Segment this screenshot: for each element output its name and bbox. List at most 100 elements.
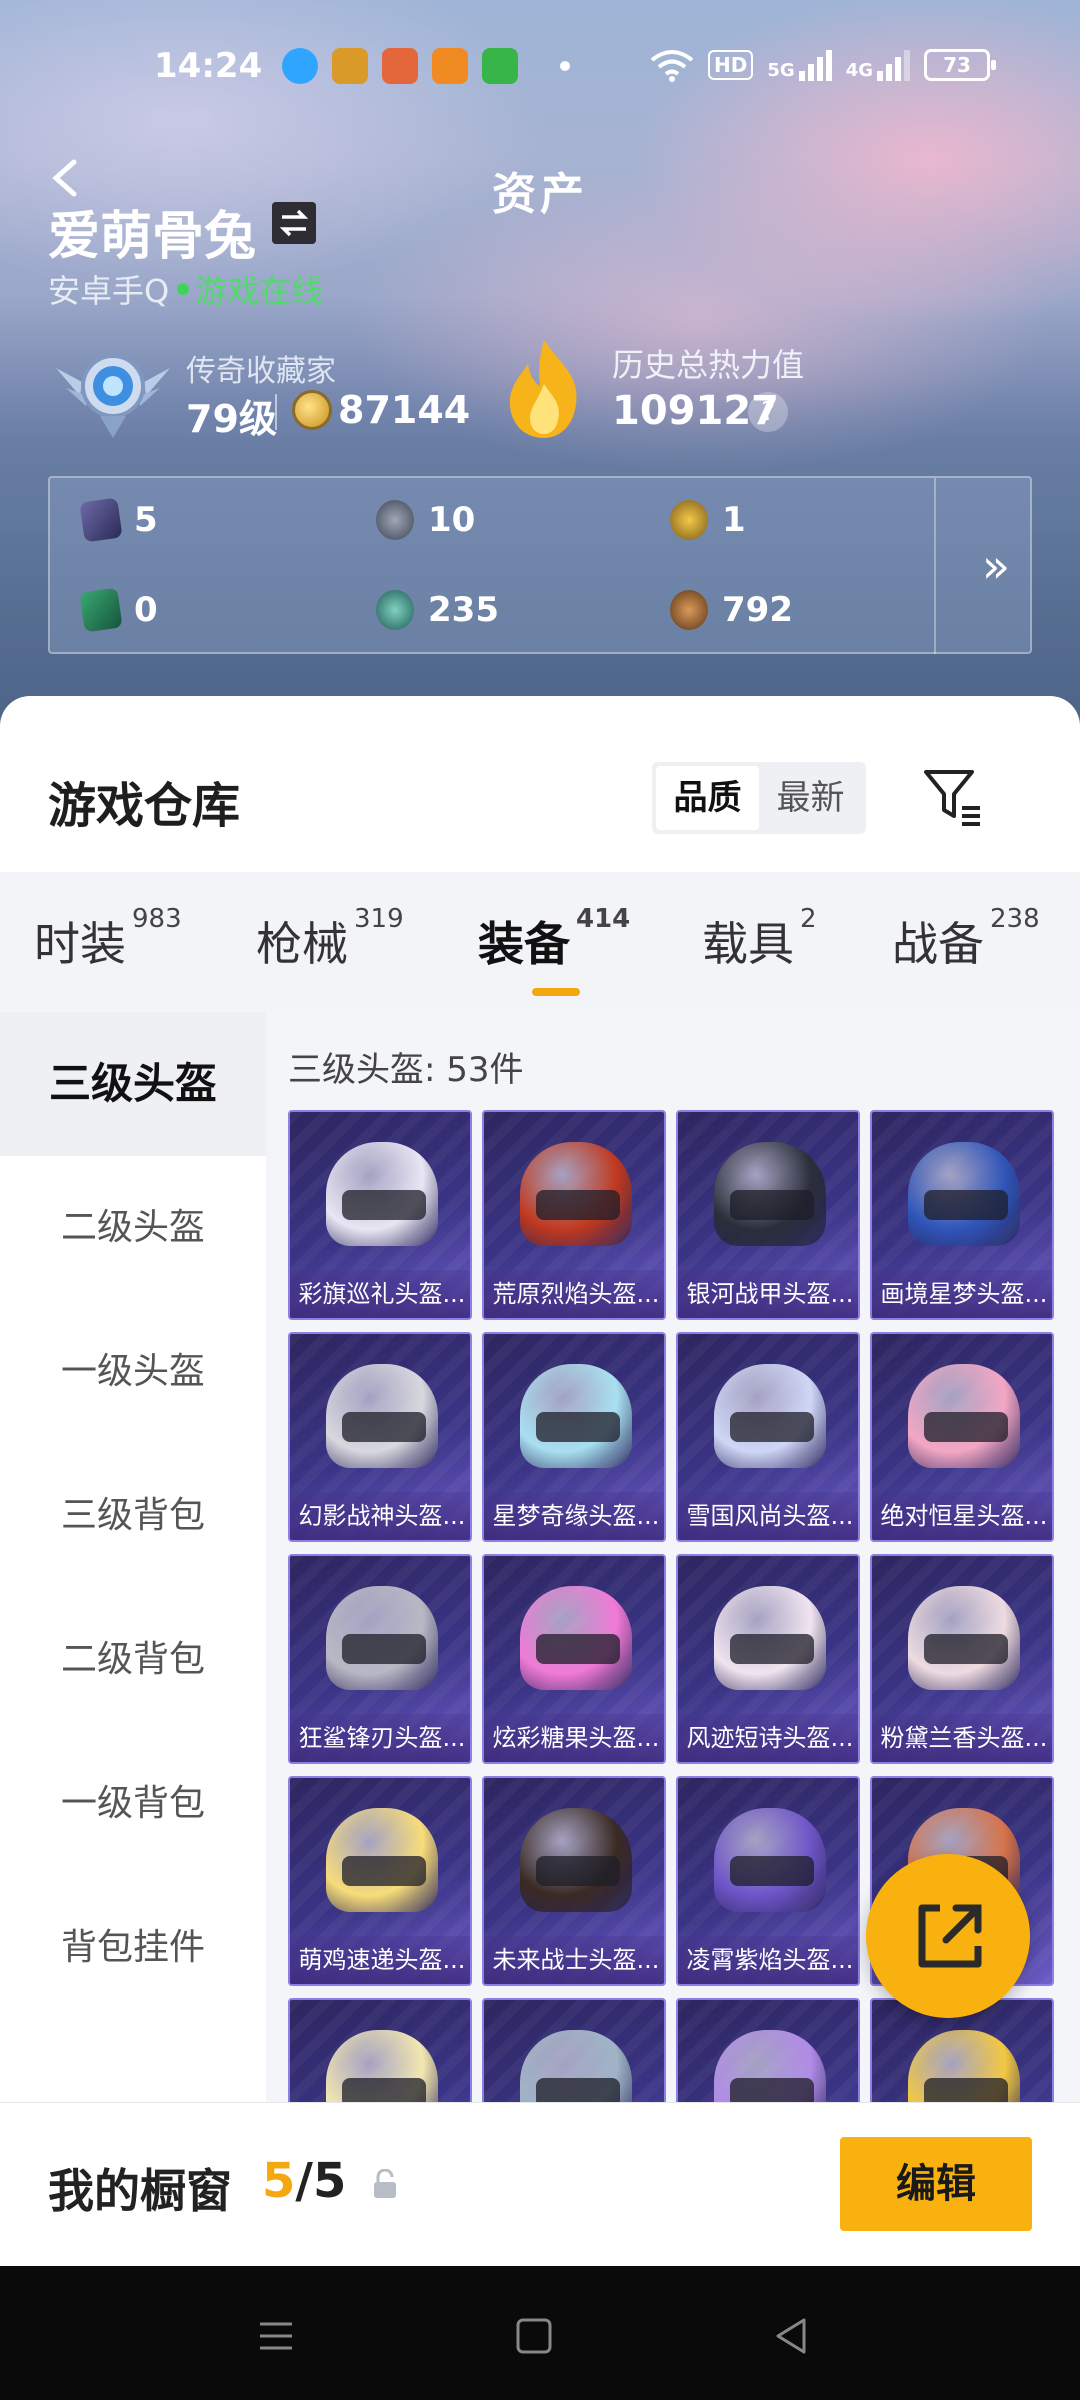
medal-silver-icon <box>376 500 414 540</box>
coin-balance: 87144 <box>338 388 471 432</box>
orb-bronze-icon <box>670 590 708 630</box>
showcase-label: 我的橱窗 <box>48 2164 232 2218</box>
tab-equipment[interactable]: 装备 414 <box>478 904 630 974</box>
item-name: 凌霄紫焰头盔... <box>678 1936 858 1984</box>
signal-4g: 4G <box>846 49 910 81</box>
stat-value: 0 <box>134 590 158 630</box>
game-notification-icon <box>332 48 368 84</box>
item-card[interactable]: 风迹短诗头盔... <box>676 1554 860 1764</box>
home-icon[interactable] <box>504 2306 564 2366</box>
hd-indicator: HD <box>708 50 754 80</box>
wifi-icon <box>650 50 694 82</box>
tab-label: 载具 <box>702 917 794 971</box>
stat-value: 5 <box>134 500 158 540</box>
online-status: 游戏在线 <box>195 272 324 310</box>
divider <box>934 478 936 654</box>
sidebar-item-level1-helmet[interactable]: 一级头盔 <box>0 1300 266 1444</box>
helmet-visor <box>342 1412 426 1442</box>
shop-notification-icon <box>432 48 468 84</box>
helmet-visor <box>730 1190 814 1220</box>
item-name: 画境星梦头盔... <box>872 1270 1052 1318</box>
item-card[interactable]: 绝对恒星头盔... <box>870 1332 1054 1542</box>
grid-heading: 三级头盔: 53件 <box>288 1050 524 1090</box>
game2-notification-icon <box>382 48 418 84</box>
heat-label: 历史总热力值 <box>612 346 805 384</box>
helmet-visor <box>536 1634 620 1664</box>
item-card[interactable]: 未来战士头盔... <box>482 1776 666 1986</box>
edit-button[interactable]: 编辑 <box>840 2137 1032 2231</box>
stat-item: 792 <box>670 590 793 630</box>
category-tabs: 时装 983 枪械 319 装备 414 载具 2 战备 238 <box>0 872 1080 1012</box>
tab-vehicles[interactable]: 载具 2 <box>702 904 817 974</box>
notification-icons <box>282 48 570 84</box>
item-name: 星梦奇缘头盔... <box>484 1492 664 1540</box>
tab-count: 238 <box>990 904 1040 934</box>
item-card[interactable]: 幻影战神头盔... <box>288 1332 472 1542</box>
app-notification-icon <box>482 48 518 84</box>
tab-fashion[interactable]: 时装 983 <box>34 904 182 974</box>
sidebar-item-level1-backpack[interactable]: 一级背包 <box>0 1732 266 1876</box>
coin-icon <box>292 390 332 430</box>
active-tab-indicator <box>532 988 580 996</box>
helmet-visor <box>924 1634 1008 1664</box>
helmet-visor <box>730 1412 814 1442</box>
filter-icon[interactable] <box>922 766 984 828</box>
item-card[interactable]: 银河战甲头盔... <box>676 1110 860 1320</box>
expand-more-icon[interactable]: » <box>966 536 1026 596</box>
helmet-visor <box>924 1412 1008 1442</box>
more-notifications-dot <box>560 61 570 71</box>
signal-bars-icon <box>798 49 832 81</box>
item-card[interactable]: 雪国风尚头盔... <box>676 1332 860 1542</box>
item-name: 幻影战神头盔... <box>290 1492 470 1540</box>
sidebar-item-level3-helmet[interactable]: 三级头盔 <box>0 1012 266 1156</box>
item-card[interactable]: 荒原烈焰头盔... <box>482 1110 666 1320</box>
rank-title: 传奇收藏家 <box>186 354 336 389</box>
item-card[interactable]: 凌霄紫焰头盔... <box>676 1776 860 1986</box>
helmet-visor <box>342 1634 426 1664</box>
sidebar-item-level2-backpack[interactable]: 二级背包 <box>0 1588 266 1732</box>
sort-newest-button[interactable]: 最新 <box>759 766 862 830</box>
tab-label: 战备 <box>892 917 984 971</box>
asset-stats-panel[interactable]: 5 10 1 0 235 792 » <box>48 476 1032 654</box>
item-card[interactable]: 画境星梦头盔... <box>870 1110 1054 1320</box>
tab-label: 枪械 <box>256 917 348 971</box>
showcase-bar: 我的橱窗 5/5 编辑 <box>0 2102 1080 2266</box>
item-card[interactable]: 炫彩糖果头盔... <box>482 1554 666 1764</box>
help-icon[interactable]: ? <box>748 392 788 432</box>
tab-count: 319 <box>354 904 404 934</box>
item-card[interactable]: 萌鸡速递头盔... <box>288 1776 472 1986</box>
helmet-visor <box>536 1190 620 1220</box>
switch-account-icon[interactable] <box>272 202 316 244</box>
flame-icon <box>509 340 577 438</box>
item-card[interactable]: 粉黛兰香头盔... <box>870 1554 1054 1764</box>
tab-firearms[interactable]: 枪械 319 <box>256 904 404 974</box>
stat-item: 235 <box>376 590 499 630</box>
stat-item: 10 <box>376 500 475 540</box>
orb-teal-icon <box>376 590 414 630</box>
share-export-button[interactable] <box>866 1854 1030 2018</box>
item-card[interactable]: 狂鲨锋刃头盔... <box>288 1554 472 1764</box>
sidebar-item-backpack-charm[interactable]: 背包挂件 <box>0 1876 266 2020</box>
back-icon[interactable] <box>762 2306 822 2366</box>
item-card[interactable]: 星梦奇缘头盔... <box>482 1332 666 1542</box>
system-icons: HD 5G 4G 73 <box>650 48 996 82</box>
helmet-visor <box>342 1856 426 1886</box>
item-name: 萌鸡速递头盔... <box>290 1936 470 1984</box>
legend-collector-badge-icon[interactable] <box>52 338 174 442</box>
item-grid: 三级头盔: 53件 彩旗巡礼头盔... 荒原烈焰头盔... 银河战甲头盔... 画境星… <box>266 1012 1080 2266</box>
account-status-line: 安卓手Q 游戏在线 <box>48 266 323 312</box>
helmet-visor <box>730 1856 814 1886</box>
tab-label: 装备 <box>478 917 570 971</box>
tab-combat-gear[interactable]: 战备 238 <box>892 904 1040 974</box>
item-card[interactable]: 彩旗巡礼头盔... <box>288 1110 472 1320</box>
helmet-visor <box>536 1412 620 1442</box>
showcase-total: 5 <box>312 2153 347 2209</box>
menu-icon[interactable] <box>246 2306 306 2366</box>
sidebar-item-level3-backpack[interactable]: 三级背包 <box>0 1444 266 1588</box>
sidebar-item-level2-helmet[interactable]: 二级头盔 <box>0 1156 266 1300</box>
sort-quality-button[interactable]: 品质 <box>656 766 759 830</box>
sort-toggle: 品质 最新 <box>652 762 866 834</box>
system-navigation-bar <box>0 2266 1080 2400</box>
stat-value: 235 <box>428 590 499 630</box>
player-level: 79级 <box>186 397 277 441</box>
